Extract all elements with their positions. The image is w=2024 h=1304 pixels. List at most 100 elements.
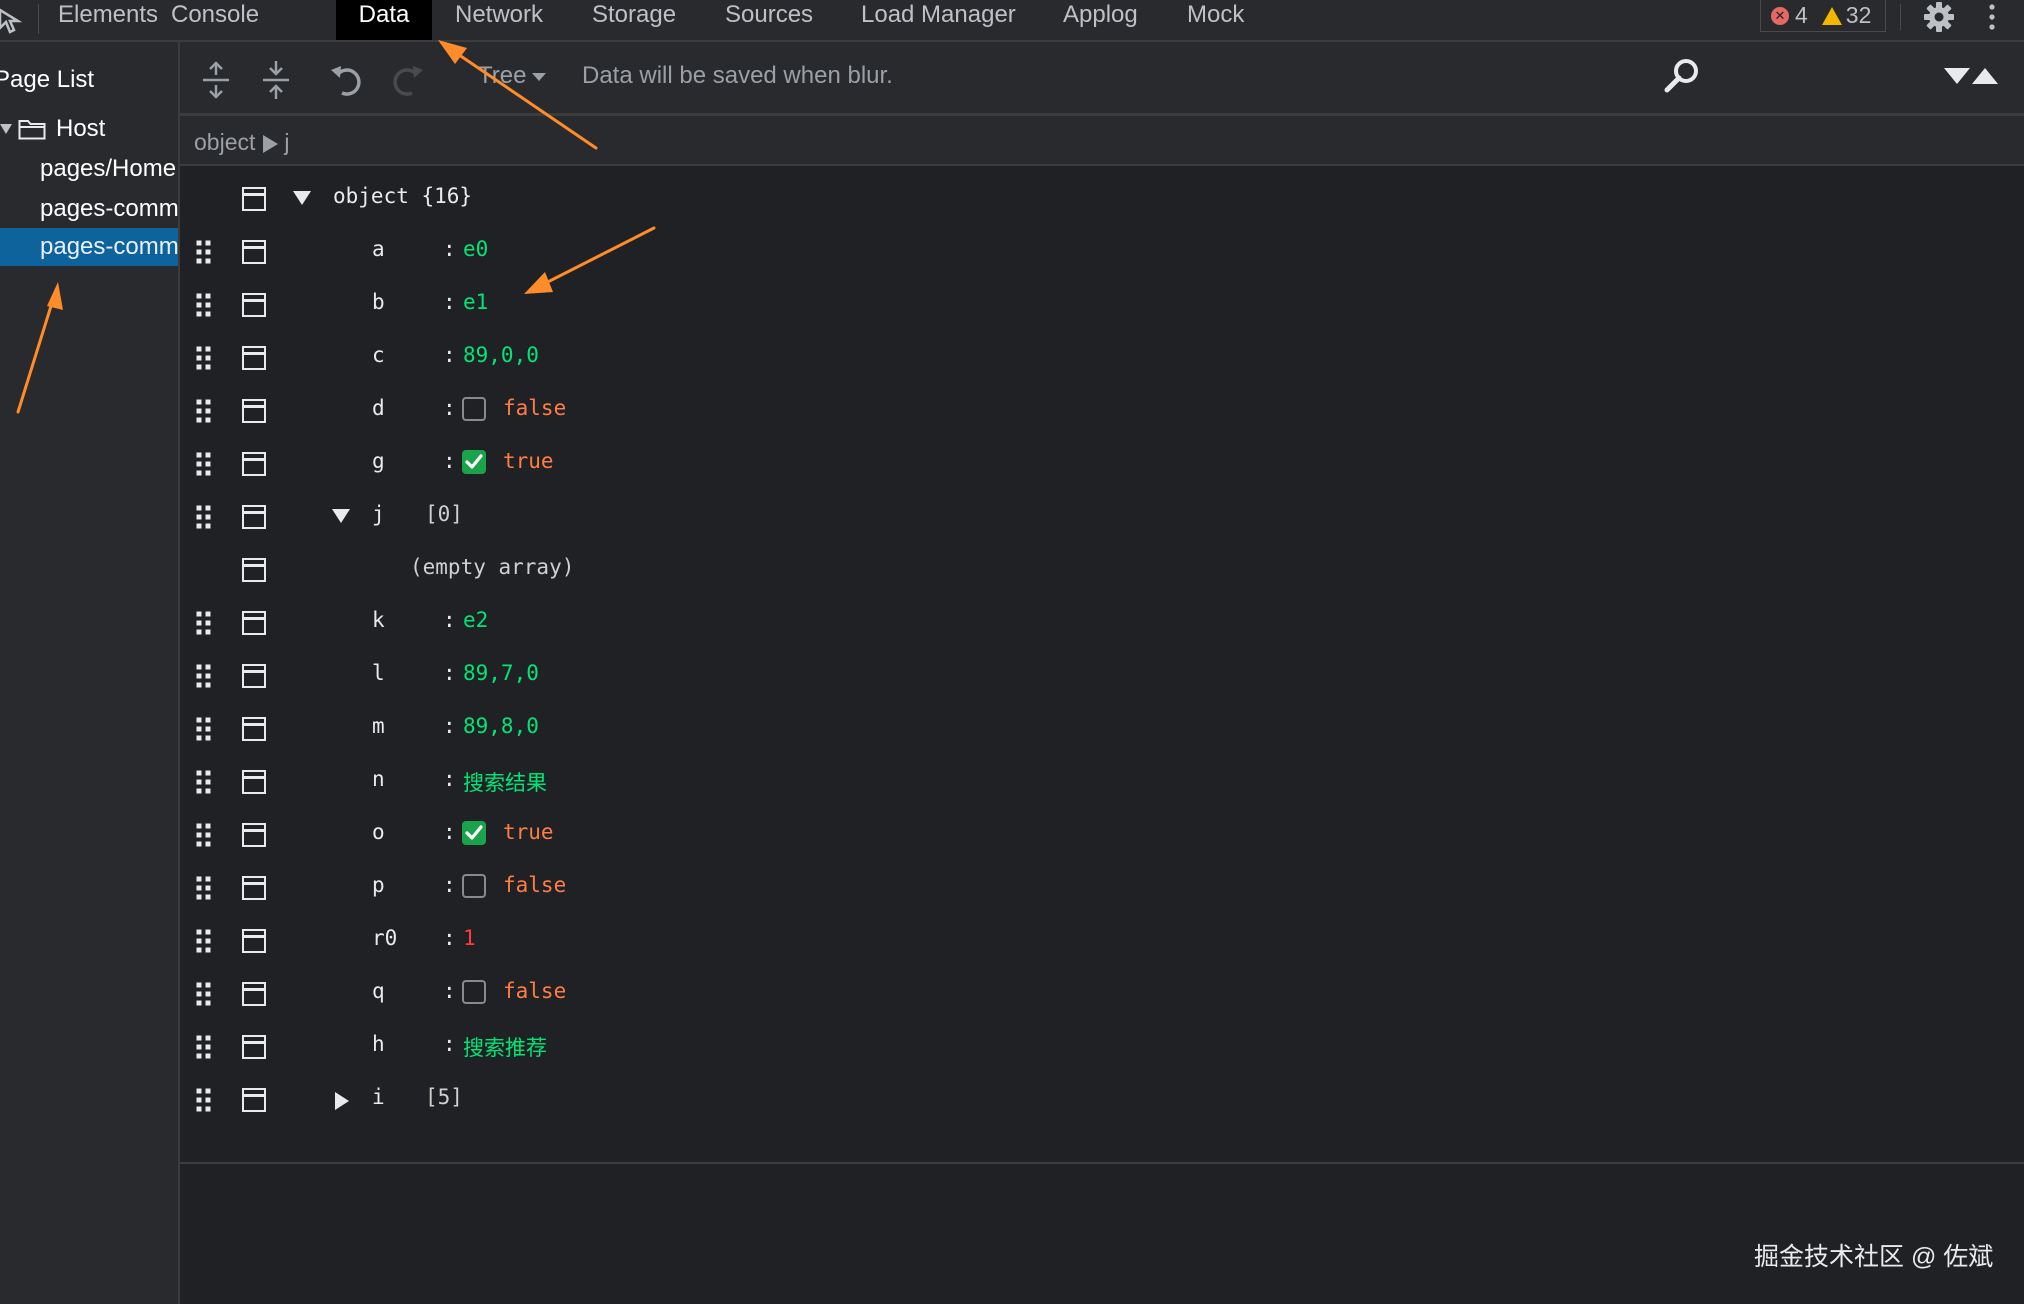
row-menu-icon[interactable] — [242, 558, 266, 582]
field-key[interactable]: p — [372, 873, 385, 897]
tree-row[interactable]: o: true — [180, 808, 2024, 861]
field-key[interactable]: r0 — [372, 926, 397, 950]
field-value[interactable]: true — [503, 449, 554, 473]
field-key[interactable]: d — [372, 396, 385, 420]
row-menu-icon[interactable] — [242, 717, 266, 741]
tree-row[interactable]: g: true — [180, 437, 2024, 490]
collapse-arrow-icon[interactable] — [293, 191, 311, 205]
field-value[interactable]: 89,0,0 — [463, 343, 539, 367]
row-menu-icon[interactable] — [242, 240, 266, 264]
field-value[interactable]: e0 — [463, 237, 488, 261]
field-key[interactable]: o — [372, 820, 385, 844]
drag-handle-icon[interactable] — [196, 769, 212, 795]
tree-row[interactable]: d: false — [180, 384, 2024, 437]
tree-row[interactable]: l:89,7,0 — [180, 649, 2024, 702]
row-menu-icon[interactable] — [242, 293, 266, 317]
row-menu-icon[interactable] — [242, 929, 266, 953]
expand-arrow-icon[interactable] — [335, 1092, 349, 1110]
drag-handle-icon[interactable] — [196, 610, 212, 636]
collapse-all-icon[interactable] — [258, 60, 294, 100]
drag-handle-icon[interactable] — [196, 716, 212, 742]
drag-handle-icon[interactable] — [196, 504, 212, 530]
field-value[interactable]: false — [503, 873, 566, 897]
tree-root-row[interactable]: object {16} — [180, 172, 2024, 225]
breadcrumb-current[interactable]: j — [284, 129, 289, 155]
field-key[interactable]: k — [372, 608, 385, 632]
field-value[interactable]: e2 — [463, 608, 488, 632]
tab-data[interactable]: Data — [336, 0, 432, 40]
tree-row[interactable]: c:89,0,0 — [180, 331, 2024, 384]
tree-row[interactable]: h: 搜索推荐 — [180, 1020, 2024, 1073]
undo-icon[interactable] — [328, 60, 364, 100]
more-options-icon[interactable] — [1986, 2, 1998, 32]
next-match-icon[interactable] — [1944, 68, 1970, 84]
tree-row[interactable]: a: e0 — [180, 225, 2024, 278]
issue-counter[interactable]: ✕ 4 32 — [1760, 0, 1886, 32]
page-item[interactable]: pages/Home — [0, 150, 178, 188]
row-menu-icon[interactable] — [242, 876, 266, 900]
gear-icon[interactable] — [1922, 0, 1956, 34]
field-key[interactable]: h — [372, 1032, 385, 1056]
tree-row[interactable]: r0:1 — [180, 914, 2024, 967]
tab-storage[interactable]: Storage — [570, 0, 698, 40]
tab-sources[interactable]: Sources — [703, 0, 835, 40]
row-menu-icon[interactable] — [242, 1088, 266, 1112]
page-item[interactable]: pages-comm — [0, 190, 178, 228]
field-value[interactable]: 搜索推荐 — [463, 1032, 547, 1062]
drag-handle-icon[interactable] — [196, 663, 212, 689]
row-menu-icon[interactable] — [242, 664, 266, 688]
drag-handle-icon[interactable] — [196, 292, 212, 318]
row-menu-icon[interactable] — [242, 1035, 266, 1059]
checkbox-checked[interactable] — [462, 450, 486, 474]
page-item-selected[interactable]: pages-comm — [0, 228, 178, 266]
field-key[interactable]: l — [372, 661, 385, 685]
row-menu-icon[interactable] — [242, 823, 266, 847]
field-value[interactable]: 89,8,0 — [463, 714, 539, 738]
field-key[interactable]: i — [372, 1085, 385, 1109]
view-mode-select[interactable]: Tree — [478, 62, 547, 90]
tree-row[interactable]: p: false — [180, 861, 2024, 914]
row-menu-icon[interactable] — [242, 982, 266, 1006]
checkbox-checked[interactable] — [462, 821, 486, 845]
field-key[interactable]: j — [372, 502, 385, 526]
host-node[interactable]: Host — [0, 112, 178, 148]
tab-load-manager[interactable]: Load Manager — [839, 0, 1038, 40]
tree-row[interactable]: j [0] — [180, 490, 2024, 543]
tree-row[interactable]: m:89,8,0 — [180, 702, 2024, 755]
field-key[interactable]: b — [372, 290, 385, 314]
tab-mock[interactable]: Mock — [1165, 0, 1266, 40]
drag-handle-icon[interactable] — [196, 451, 212, 477]
tree-row[interactable]: b: e1 — [180, 278, 2024, 331]
field-value[interactable]: 1 — [463, 926, 476, 950]
field-value[interactable]: true — [503, 820, 554, 844]
field-key[interactable]: a — [372, 237, 385, 261]
tree-row[interactable]: (empty array) — [180, 543, 2024, 596]
drag-handle-icon[interactable] — [196, 928, 212, 954]
drag-handle-icon[interactable] — [196, 345, 212, 371]
tab-console[interactable]: Console — [149, 0, 281, 40]
search-icon[interactable] — [1662, 56, 1702, 96]
previous-match-icon[interactable] — [1972, 68, 1998, 84]
tab-network[interactable]: Network — [433, 0, 565, 40]
row-menu-icon[interactable] — [242, 187, 266, 211]
field-key[interactable]: m — [372, 714, 385, 738]
field-key[interactable]: c — [372, 343, 385, 367]
drag-handle-icon[interactable] — [196, 239, 212, 265]
checkbox-unchecked[interactable] — [462, 980, 486, 1004]
tree-row[interactable]: q: false — [180, 967, 2024, 1020]
field-key[interactable]: g — [372, 449, 385, 473]
field-value[interactable]: false — [503, 979, 566, 1003]
row-menu-icon[interactable] — [242, 452, 266, 476]
row-menu-icon[interactable] — [242, 611, 266, 635]
field-key[interactable]: n — [372, 767, 385, 791]
drag-handle-icon[interactable] — [196, 875, 212, 901]
row-menu-icon[interactable] — [242, 770, 266, 794]
breadcrumb-root[interactable]: object — [194, 129, 255, 155]
field-value[interactable]: false — [503, 396, 566, 420]
checkbox-unchecked[interactable] — [462, 874, 486, 898]
field-key[interactable]: q — [372, 979, 385, 1003]
field-value[interactable]: 89,7,0 — [463, 661, 539, 685]
drag-handle-icon[interactable] — [196, 398, 212, 424]
drag-handle-icon[interactable] — [196, 1087, 212, 1113]
expand-arrow-icon[interactable] — [0, 124, 12, 134]
